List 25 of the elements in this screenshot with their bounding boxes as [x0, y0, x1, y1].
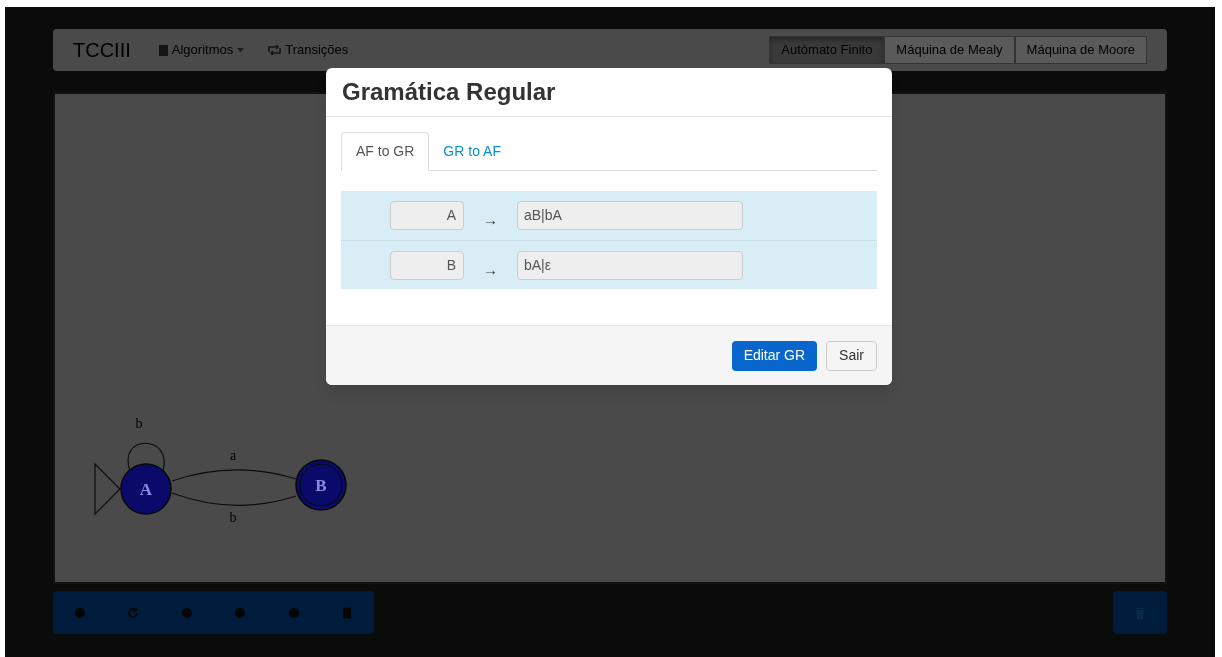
circle-icon[interactable]: [180, 606, 193, 619]
arrow-symbol: →: [482, 210, 499, 231]
transition-label: a: [229, 448, 237, 463]
transition-label: b: [135, 416, 143, 431]
mode-button[interactable]: Máquina de Mealy: [884, 36, 1015, 64]
repeat-icon: [268, 45, 282, 55]
state-label: A: [139, 480, 153, 499]
caret-icon: [237, 48, 245, 52]
document-icon[interactable]: [341, 606, 354, 619]
refresh-icon[interactable]: [127, 606, 140, 619]
input-field[interactable]: bA|ε: [517, 250, 743, 280]
delete-button[interactable]: [1113, 591, 1167, 634]
dialog-button[interactable]: Sair: [826, 340, 877, 371]
tab[interactable]: GR to AF: [429, 132, 515, 170]
state-label: B: [315, 476, 327, 495]
input-field[interactable]: aB|bA: [517, 201, 743, 230]
mode-button[interactable]: Máquina de Moore: [1014, 36, 1147, 64]
book-icon: [158, 44, 168, 56]
tab[interactable]: AF to GR: [341, 132, 430, 171]
dialog-button[interactable]: Editar GR: [731, 340, 818, 371]
input-field[interactable]: B: [390, 250, 464, 280]
modal-title: Gramática Regular: [342, 77, 556, 107]
input-field[interactable]: A: [390, 201, 464, 230]
arrow-symbol: →: [482, 259, 499, 280]
transition-label: b: [229, 510, 237, 525]
